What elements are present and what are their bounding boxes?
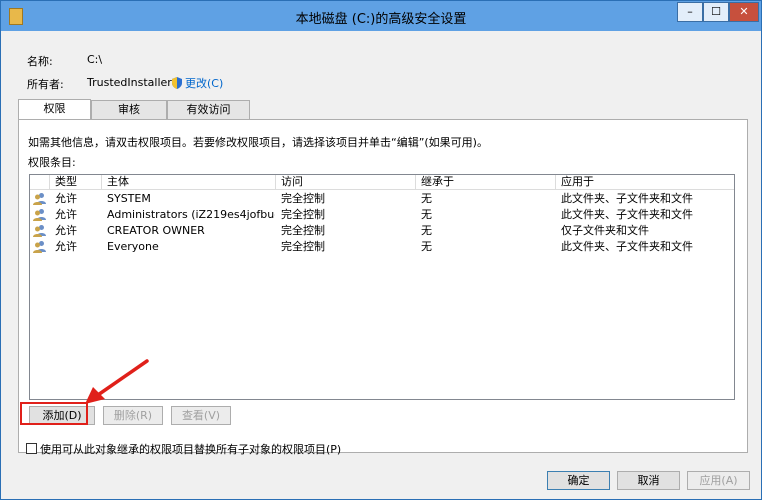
title-bar[interactable]: 本地磁盘 (C:)的高级安全设置 – ☐ ✕ <box>1 1 761 31</box>
change-owner-link[interactable]: 更改(C) <box>171 75 223 91</box>
tab-effective-access[interactable]: 有效访问 <box>167 100 250 119</box>
column-header-inherited[interactable]: 继承于 <box>416 175 556 190</box>
name-value: C:\ <box>87 53 103 66</box>
entries-label: 权限条目: <box>28 156 76 169</box>
name-label: 名称: <box>27 55 53 68</box>
column-header-access[interactable]: 访问 <box>276 175 416 190</box>
table-row[interactable]: 允许 SYSTEM 完全控制 无 此文件夹、子文件夹和文件 <box>30 191 734 206</box>
replace-child-permissions-checkbox[interactable] <box>26 443 37 454</box>
row-applies-to: 此文件夹、子文件夹和文件 <box>561 240 693 253</box>
row-type: 允许 <box>55 192 77 205</box>
row-applies-to: 此文件夹、子文件夹和文件 <box>561 192 693 205</box>
change-owner-text: 更改(C) <box>185 77 224 90</box>
column-header-icon[interactable] <box>30 175 50 190</box>
add-button-highlight <box>20 402 88 425</box>
table-row[interactable]: 允许 Administrators (iZ219es4jofbudZ... 完全… <box>30 207 734 222</box>
dialog-client: 名称: C:\ 所有者: TrustedInstaller 更改(C) 权限 审… <box>9 31 754 493</box>
dialog-window: 本地磁盘 (C:)的高级安全设置 – ☐ ✕ 名称: C:\ 所有者: Trus… <box>0 0 762 500</box>
user-group-icon <box>33 193 46 205</box>
row-inherited: 无 <box>421 192 432 205</box>
row-principal: Everyone <box>107 240 159 253</box>
row-type: 允许 <box>55 224 77 237</box>
row-inherited: 无 <box>421 208 432 221</box>
row-principal: CREATOR OWNER <box>107 224 205 237</box>
column-header-type[interactable]: 类型 <box>50 175 102 190</box>
tab-permissions[interactable]: 权限 <box>18 99 91 119</box>
column-header-principal[interactable]: 主体 <box>102 175 276 190</box>
row-type: 允许 <box>55 208 77 221</box>
ok-button[interactable]: 确定 <box>547 471 610 490</box>
row-access: 完全控制 <box>281 240 325 253</box>
row-applies-to: 此文件夹、子文件夹和文件 <box>561 208 693 221</box>
uac-shield-icon <box>172 77 182 89</box>
cancel-button[interactable]: 取消 <box>617 471 680 490</box>
remove-button[interactable]: 删除(R) <box>103 406 163 425</box>
red-arrow-annotation <box>85 359 149 404</box>
close-button[interactable]: ✕ <box>729 2 759 22</box>
column-header-applies-to[interactable]: 应用于 <box>556 175 734 190</box>
view-button[interactable]: 查看(V) <box>171 406 231 425</box>
owner-label: 所有者: <box>27 78 64 91</box>
row-access: 完全控制 <box>281 208 325 221</box>
row-applies-to: 仅子文件夹和文件 <box>561 224 649 237</box>
instructions-text: 如需其他信息，请双击权限项目。若要修改权限项目，请选择该项目并单击“编辑”(如果… <box>28 136 488 149</box>
user-group-icon <box>33 209 46 221</box>
row-access: 完全控制 <box>281 224 325 237</box>
tab-auditing[interactable]: 审核 <box>91 100 167 119</box>
maximize-button[interactable]: ☐ <box>703 2 729 22</box>
table-row[interactable]: 允许 CREATOR OWNER 完全控制 无 仅子文件夹和文件 <box>30 223 734 238</box>
window-title: 本地磁盘 (C:)的高级安全设置 <box>295 12 467 27</box>
user-group-icon <box>33 225 46 237</box>
row-access: 完全控制 <box>281 192 325 205</box>
row-principal: SYSTEM <box>107 192 151 205</box>
row-inherited: 无 <box>421 224 432 237</box>
user-group-icon <box>33 241 46 253</box>
row-type: 允许 <box>55 240 77 253</box>
row-inherited: 无 <box>421 240 432 253</box>
minimize-button[interactable]: – <box>677 2 703 22</box>
replace-child-permissions-label: 使用可从此对象继承的权限项目替换所有子对象的权限项目(P) <box>40 443 342 456</box>
table-row[interactable]: 允许 Everyone 完全控制 无 此文件夹、子文件夹和文件 <box>30 239 734 254</box>
owner-value: TrustedInstaller <box>87 76 172 89</box>
apply-button[interactable]: 应用(A) <box>687 471 750 490</box>
row-principal: Administrators (iZ219es4jofbudZ... <box>107 208 275 221</box>
